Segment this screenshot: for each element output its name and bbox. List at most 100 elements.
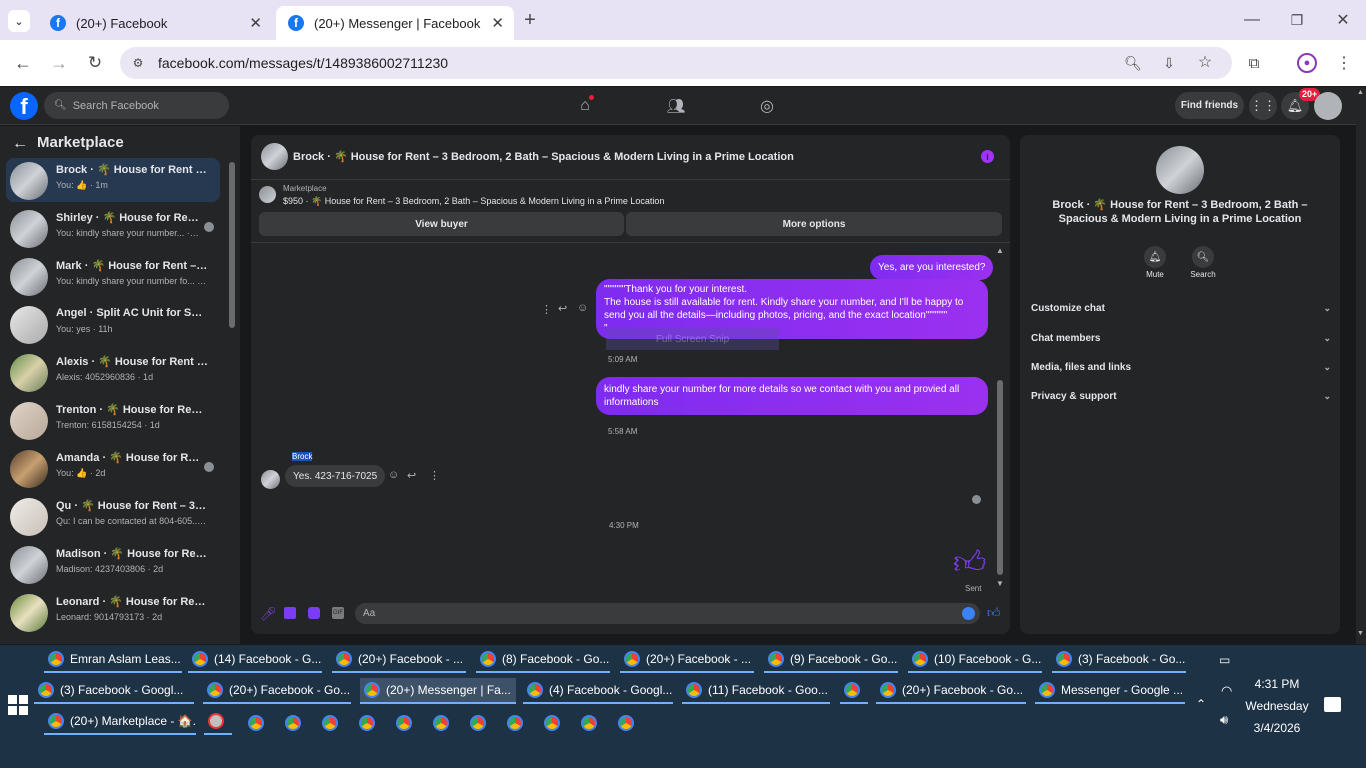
scroll-up-icon[interactable]: ▲ xyxy=(996,246,1004,255)
microphone-icon[interactable]: 🎤︎ xyxy=(260,606,277,622)
taskbar-item[interactable]: Emran Aslam Leas... xyxy=(44,647,182,673)
conversation-item[interactable]: Qu · 🌴 House for Rent – 3 Bed... Qu: I c… xyxy=(6,494,220,538)
search-icon[interactable]: 🔍︎ xyxy=(1192,246,1214,268)
page-scrollbar[interactable]: ▲ ▼ xyxy=(1356,87,1366,644)
sender-avatar[interactable] xyxy=(261,470,280,489)
clock-date[interactable]: 3/4/2026 xyxy=(1244,721,1310,735)
site-info-icon[interactable]: ⚙ xyxy=(130,55,146,71)
conversation-item[interactable]: Angel · Split AC Unit for Sale & ... You… xyxy=(6,302,220,346)
profile-avatar[interactable] xyxy=(1314,92,1342,120)
tab-messenger[interactable]: f (20+) Messenger | Facebook ✕ xyxy=(276,6,514,40)
privacy-support-section[interactable]: Privacy & support ⌄ xyxy=(1031,391,1331,402)
chrome-icon[interactable] xyxy=(581,715,597,731)
friends-icon[interactable]: 👥︎ xyxy=(665,95,687,117)
chrome-icon[interactable] xyxy=(544,715,560,731)
emoji-icon[interactable] xyxy=(962,607,975,620)
back-icon[interactable]: ← xyxy=(12,52,34,74)
chrome-icon[interactable] xyxy=(507,715,523,731)
extensions-icon[interactable]: ⧉ xyxy=(1244,53,1264,73)
battery-icon[interactable]: ▭ xyxy=(1219,653,1230,667)
back-arrow-icon[interactable]: ← xyxy=(10,134,30,154)
menu-grid-icon[interactable]: ⋮⋮ xyxy=(1249,92,1277,120)
taskbar-item[interactable]: (9) Facebook - Go... xyxy=(764,647,898,673)
conversation-item[interactable]: Trenton · 🌴 House for Rent – 3... Trento… xyxy=(6,398,220,442)
react-icon[interactable]: ☺ xyxy=(388,469,399,481)
taskbar-item[interactable] xyxy=(204,709,232,735)
mute-icon[interactable]: 🔔︎ xyxy=(1144,246,1166,268)
chrome-icon[interactable] xyxy=(359,715,375,731)
info-avatar[interactable] xyxy=(1156,146,1204,194)
reply-icon[interactable]: ↩ xyxy=(558,302,567,315)
clock-time[interactable]: 4:31 PM xyxy=(1244,677,1310,691)
restore-icon[interactable]: ❐ xyxy=(1287,10,1307,30)
show-hidden-icons-icon[interactable]: ⌃ xyxy=(1196,697,1206,711)
taskbar-item[interactable]: (4) Facebook - Googl... xyxy=(523,678,673,704)
chat-avatar[interactable] xyxy=(261,143,288,170)
chrome-icon[interactable] xyxy=(433,715,449,731)
conversation-item[interactable]: Brock · 🌴 House for Rent – 3 B... You: 👍… xyxy=(6,158,220,202)
conversation-item[interactable]: Mark · 🌴 House for Rent – 3 B... You: ki… xyxy=(6,254,220,298)
tab-facebook[interactable]: f (20+) Facebook ✕ xyxy=(38,6,272,40)
taskbar-item-active[interactable]: (20+) Messenger | Fa... xyxy=(360,678,516,704)
find-friends-button[interactable]: Find friends xyxy=(1175,92,1244,119)
chrome-icon[interactable] xyxy=(285,715,301,731)
taskbar-item[interactable]: (20+) Facebook - ... xyxy=(620,647,754,673)
wifi-icon[interactable]: ◠ xyxy=(1221,683,1232,699)
taskbar-item[interactable]: Messenger - Google ... xyxy=(1035,678,1185,704)
windows-start-icon[interactable] xyxy=(8,695,28,715)
search-facebook-input[interactable]: 🔍︎ Search Facebook xyxy=(44,92,229,119)
thumbs-up-message-icon[interactable]: 👍︎ xyxy=(953,543,986,582)
more-actions-icon[interactable]: ⋮ xyxy=(429,469,440,482)
conversation-item[interactable]: Madison · 🌴 House for Rent –... Madison:… xyxy=(6,542,220,586)
install-app-icon[interactable]: ⇩ xyxy=(1160,54,1178,72)
close-tab-icon[interactable]: ✕ xyxy=(491,14,504,32)
close-window-icon[interactable]: ✕ xyxy=(1333,10,1353,30)
reload-icon[interactable]: ↻ xyxy=(84,52,106,74)
facebook-logo-icon[interactable]: f xyxy=(10,92,38,120)
sticker-icon[interactable] xyxy=(308,607,320,619)
bookmark-star-icon[interactable]: ☆ xyxy=(1196,53,1214,71)
chrome-icon[interactable] xyxy=(470,715,486,731)
gif-icon[interactable]: GIF xyxy=(332,607,344,619)
more-options-button[interactable]: More options xyxy=(626,212,1002,236)
more-actions-icon[interactable]: ⋮ xyxy=(541,303,552,316)
conversation-item[interactable]: Shirley · 🌴 House for Rent –... You: kin… xyxy=(6,206,220,250)
message-input[interactable]: Aa xyxy=(355,603,980,624)
chrome-icon[interactable] xyxy=(322,715,338,731)
reply-icon[interactable]: ↩ xyxy=(407,469,416,482)
taskbar-item[interactable]: (3) Facebook - Go... xyxy=(1052,647,1186,673)
address-bar[interactable]: ⚙ facebook.com/messages/t/14893860027112… xyxy=(120,47,1232,79)
forward-icon[interactable]: → xyxy=(48,52,70,74)
notification-center-icon[interactable] xyxy=(1324,697,1341,712)
new-tab-icon[interactable]: + xyxy=(520,9,540,31)
scroll-down-icon[interactable]: ▼ xyxy=(996,579,1004,588)
view-buyer-button[interactable]: View buyer xyxy=(259,212,624,236)
profile-icon[interactable]: ● xyxy=(1297,53,1317,73)
customize-chat-section[interactable]: Customize chat ⌄ xyxy=(1031,303,1331,314)
taskbar-item[interactable]: (10) Facebook - G... xyxy=(908,647,1042,673)
send-like-icon[interactable]: 👍︎ xyxy=(987,605,1001,621)
tab-search-icon[interactable]: ⌄ xyxy=(8,10,30,32)
close-tab-icon[interactable]: ✕ xyxy=(249,14,262,32)
minimize-icon[interactable]: — xyxy=(1242,10,1262,30)
browser-menu-icon[interactable]: ⋮ xyxy=(1334,53,1354,73)
chat-header-title[interactable]: Brock · 🌴 House for Rent – 3 Bedroom, 2 … xyxy=(293,150,794,163)
taskbar-item[interactable]: (14) Facebook - G... xyxy=(188,647,322,673)
chrome-icon[interactable] xyxy=(396,715,412,731)
taskbar-item[interactable]: (20+) Facebook - ... xyxy=(332,647,466,673)
taskbar-item[interactable]: (8) Facebook - Go... xyxy=(476,647,610,673)
sidebar-scrollbar[interactable] xyxy=(229,162,235,328)
groups-icon[interactable]: ◎ xyxy=(756,95,778,117)
outgoing-message[interactable]: kindly share your number for more detail… xyxy=(596,377,988,415)
taskbar-item[interactable] xyxy=(840,678,868,704)
info-icon[interactable]: i xyxy=(981,150,994,163)
scroll-down-icon[interactable]: ▼ xyxy=(1357,630,1364,637)
incoming-message[interactable]: Yes. 423-716-7025 xyxy=(285,465,386,487)
chrome-icon[interactable] xyxy=(248,715,264,731)
conversation-item[interactable]: Leonard · 🌴 House for Rent –... Leonard:… xyxy=(6,590,220,634)
clock-day[interactable]: Wednesday xyxy=(1239,699,1315,713)
conversation-item[interactable]: Alexis · 🌴 House for Rent – 3 B... Alexi… xyxy=(6,350,220,394)
chat-members-section[interactable]: Chat members ⌄ xyxy=(1031,333,1331,344)
outgoing-message[interactable]: Yes, are you interested? xyxy=(870,255,994,280)
scroll-up-icon[interactable]: ▲ xyxy=(1357,89,1364,96)
